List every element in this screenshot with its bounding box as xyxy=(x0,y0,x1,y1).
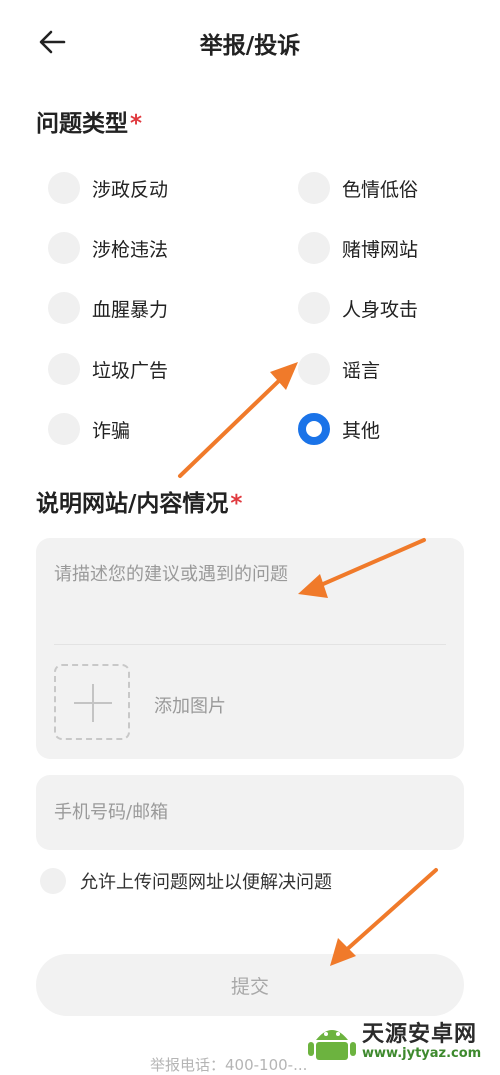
add-image-label: 添加图片 xyxy=(154,696,226,717)
allow-upload-checkbox[interactable]: 允许上传问题网址以便解决问题 xyxy=(40,866,332,896)
option-pornographic[interactable]: 色情低俗 xyxy=(298,168,418,208)
radio-button[interactable] xyxy=(298,292,330,324)
description-box[interactable]: 请描述您的建议或遇到的问题 添加图片 xyxy=(36,538,464,759)
annotation-arrow-icon xyxy=(330,868,438,966)
option-spam-ads[interactable]: 垃圾广告 xyxy=(48,349,168,389)
top-bar: 举报/投诉 xyxy=(0,0,500,84)
radio-button[interactable] xyxy=(298,172,330,204)
submit-button[interactable]: 提交 xyxy=(36,954,464,1016)
radio-button-checked[interactable] xyxy=(298,413,330,445)
add-image-button[interactable] xyxy=(54,664,130,740)
divider xyxy=(54,644,446,645)
option-label: 诈骗 xyxy=(92,419,131,442)
required-mark: * xyxy=(230,491,243,517)
option-label: 人身攻击 xyxy=(342,298,419,321)
option-rumor[interactable]: 谣言 xyxy=(298,349,380,389)
option-personal-attack[interactable]: 人身攻击 xyxy=(298,288,418,328)
allow-upload-label: 允许上传问题网址以便解决问题 xyxy=(80,872,332,893)
radio-button[interactable] xyxy=(48,413,80,445)
option-label: 色情低俗 xyxy=(342,178,419,201)
option-gambling[interactable]: 赌博网站 xyxy=(298,228,418,268)
description-label: 说明网站/内容情况* xyxy=(36,484,242,518)
option-violence[interactable]: 血腥暴力 xyxy=(48,288,168,328)
option-label: 血腥暴力 xyxy=(92,298,169,321)
page-title: 举报/投诉 xyxy=(199,33,301,59)
option-political[interactable]: 涉政反动 xyxy=(48,168,168,208)
radio-button[interactable] xyxy=(298,232,330,264)
option-label: 谣言 xyxy=(342,359,381,382)
android-logo-icon xyxy=(308,1030,356,1060)
problem-type-label: 问题类型* xyxy=(36,104,142,138)
option-label: 垃圾广告 xyxy=(92,359,169,382)
radio-button[interactable] xyxy=(298,353,330,385)
option-firearms[interactable]: 涉枪违法 xyxy=(48,228,168,268)
watermark-name: 天源安卓网 xyxy=(362,1022,478,1047)
footer-note: 举报电话：400-100-... xyxy=(150,1056,308,1074)
option-label: 涉枪违法 xyxy=(92,238,169,261)
description-input[interactable]: 请描述您的建议或遇到的问题 xyxy=(54,560,288,586)
required-mark: * xyxy=(130,111,143,137)
radio-button[interactable] xyxy=(48,292,80,324)
option-label: 赌博网站 xyxy=(342,238,419,261)
watermark: 天源安卓网 www.jytyaz.com xyxy=(306,1016,496,1066)
option-fraud[interactable]: 诈骗 xyxy=(48,409,130,449)
checkbox-circle[interactable] xyxy=(40,868,66,894)
annotation-arrow-icon xyxy=(178,362,298,478)
annotation-arrows xyxy=(178,362,438,966)
watermark-url: www.jytyaz.com xyxy=(362,1046,482,1061)
description-label-text: 说明网站/内容情况 xyxy=(36,491,229,517)
option-label: 涉政反动 xyxy=(92,178,169,201)
radio-button[interactable] xyxy=(48,172,80,204)
option-label: 其他 xyxy=(342,419,381,442)
problem-type-label-text: 问题类型 xyxy=(36,111,128,137)
radio-button[interactable] xyxy=(48,232,80,264)
option-other[interactable]: 其他 xyxy=(298,409,380,449)
contact-input[interactable] xyxy=(36,775,464,850)
radio-button[interactable] xyxy=(48,353,80,385)
